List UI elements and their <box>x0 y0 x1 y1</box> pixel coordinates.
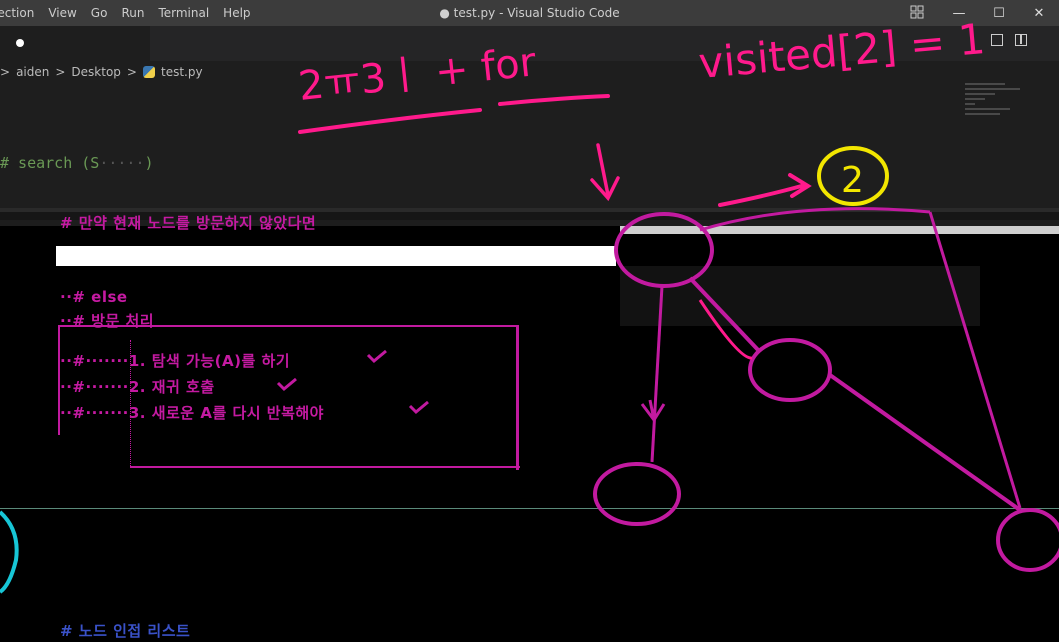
title-bar: lection View Go Run Terminal Help ● test… <box>0 0 1059 26</box>
editor-actions <box>991 34 1027 46</box>
menu-go[interactable]: Go <box>91 6 108 20</box>
maximize-button[interactable]: ☐ <box>979 6 1019 21</box>
overlay-text-line1: # 만약 현재 노드를 방문하지 않았다면 <box>60 214 317 232</box>
glitch-band <box>620 266 980 326</box>
glitch-divider <box>0 508 1059 509</box>
split-editor-icon[interactable] <box>1015 34 1027 46</box>
overlay-text-line3: ··# 방문 처리 <box>60 312 155 330</box>
drawn-box-top <box>58 325 518 327</box>
breadcrumb-aiden[interactable]: aiden <box>16 65 49 79</box>
overlay-text-line5: ··#·······2. 재귀 호출 <box>60 378 215 396</box>
breadcrumb: > aiden > Desktop > test.py <box>0 61 1059 83</box>
menu-help[interactable]: Help <box>223 6 250 20</box>
comment-prefix: # search (S <box>0 154 100 172</box>
overlay-text-line4: ··#·······1. 탐색 가능(A)를 하기 <box>60 352 291 370</box>
breadcrumb-separator: > <box>55 65 66 79</box>
menu-terminal[interactable]: Terminal <box>158 6 209 20</box>
python-file-icon <box>142 66 155 78</box>
glitch-band <box>620 226 1059 234</box>
overlay-text-line2: ··# else <box>60 288 128 306</box>
menu-run[interactable]: Run <box>121 6 144 20</box>
drawn-box-right <box>516 325 519 470</box>
code-comment-line[interactable]: # search (S·····) <box>0 154 154 172</box>
menu-selection[interactable]: lection <box>0 6 34 20</box>
overlay-text-bottom: # 노드 인접 리스트 <box>60 622 191 640</box>
compare-icon[interactable] <box>991 34 1003 46</box>
breadcrumb-file[interactable]: test.py <box>161 65 203 79</box>
breadcrumb-desktop[interactable]: Desktop <box>71 65 121 79</box>
glitch-white-strip <box>56 246 616 266</box>
menu-bar: lection View Go Run Terminal Help <box>0 6 251 20</box>
drawn-box-left <box>58 325 60 435</box>
tab-bar <box>0 26 1059 61</box>
editor-area[interactable] <box>0 83 1059 208</box>
window-controls: — ☐ ✕ <box>939 0 1059 26</box>
minimize-button[interactable]: — <box>939 6 979 21</box>
breadcrumb-separator: > <box>0 65 11 79</box>
comment-suffix: ) <box>144 154 154 172</box>
unsaved-dot-icon <box>16 39 24 47</box>
overlay-text-line6: ··#·······3. 새로운 A를 다시 반복해야 <box>60 404 324 422</box>
tab-test-py[interactable] <box>0 26 150 61</box>
drawn-box-inner <box>130 340 131 466</box>
drawn-box-bottom <box>130 466 520 468</box>
breadcrumb-separator: > <box>126 65 137 79</box>
minimap[interactable] <box>965 80 1027 128</box>
layout-icon[interactable] <box>910 5 924 19</box>
close-button[interactable]: ✕ <box>1019 6 1059 21</box>
menu-view[interactable]: View <box>48 6 76 20</box>
comment-whitespace-dots: ····· <box>99 154 145 172</box>
